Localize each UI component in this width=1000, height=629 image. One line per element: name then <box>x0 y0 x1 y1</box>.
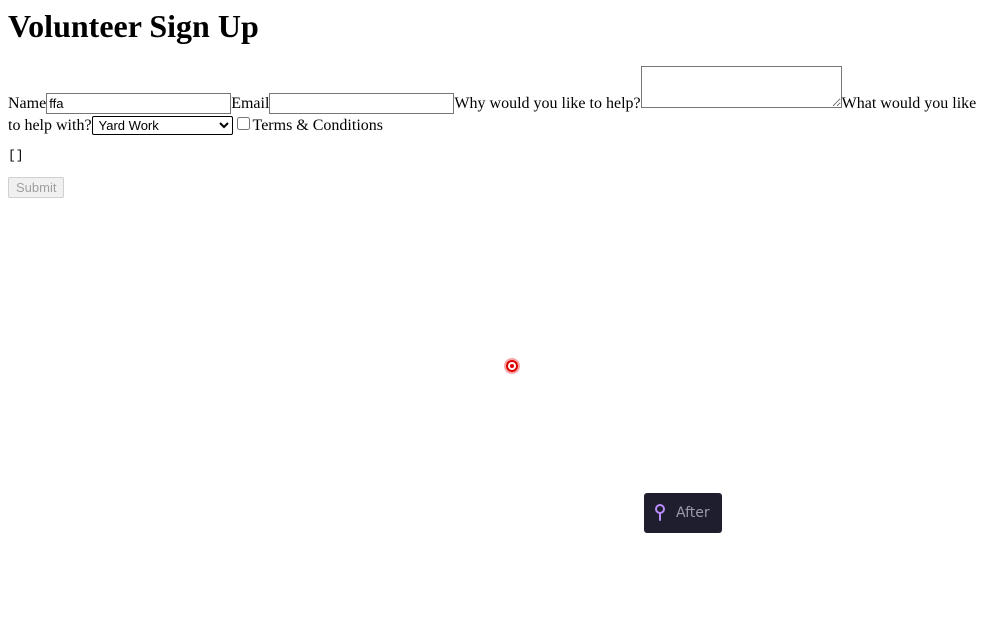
name-input[interactable] <box>46 93 232 114</box>
cursor-marker <box>506 360 518 372</box>
volunteer-page: Volunteer Sign Up Name Email Why would you… <box>0 0 1000 206</box>
terms-label: Terms & Conditions <box>252 117 383 134</box>
page-title: Volunteer Sign Up <box>8 8 259 44</box>
task-select[interactable]: Yard Work <box>91 116 233 135</box>
reason-label: Why would you like to help? <box>454 95 641 112</box>
pin-icon <box>655 504 665 521</box>
name-label: Name <box>8 95 47 112</box>
email-label: Email <box>231 95 270 112</box>
email-input[interactable] <box>269 93 455 114</box>
after-label: After <box>676 505 710 521</box>
submit-button[interactable]: Submit <box>8 177 65 198</box>
after-badge: After <box>644 493 722 533</box>
terms-checkbox[interactable] <box>236 117 250 130</box>
reason-textarea[interactable] <box>640 66 842 108</box>
volunteer-form: NameEmailWhy would you like to help?What… <box>8 66 992 137</box>
output-text: [] <box>8 148 24 163</box>
